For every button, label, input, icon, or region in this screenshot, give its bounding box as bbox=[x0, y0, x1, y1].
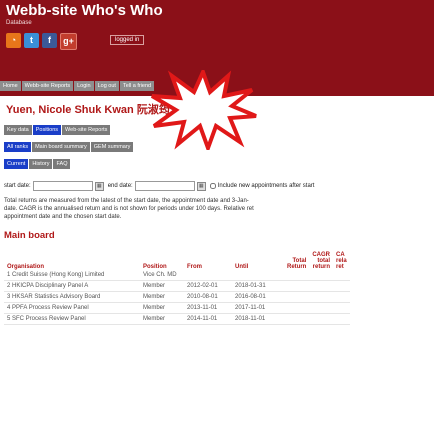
from-cell bbox=[184, 270, 232, 281]
nav-logout[interactable]: Log out bbox=[94, 81, 119, 91]
site-title[interactable]: Webb-site Who's Who bbox=[6, 2, 163, 19]
table-header-row: Organisation Position From Until Total R… bbox=[4, 252, 350, 270]
google-plus-icon[interactable]: g+ bbox=[60, 33, 77, 50]
row-number: 5 bbox=[7, 316, 11, 322]
total-return-label: Return bbox=[287, 264, 307, 270]
org-cell[interactable]: 3 HKSAR Statistics Advisory Board bbox=[4, 291, 140, 303]
login-status-button[interactable]: logged in bbox=[110, 35, 145, 45]
person-name-heading: Yuen, Nicole Shuk Kwan 阮淑筠 bbox=[6, 101, 170, 117]
position-cell: Member bbox=[140, 302, 184, 314]
facebook-icon[interactable]: f bbox=[42, 33, 57, 48]
nav-login[interactable]: Login bbox=[74, 81, 94, 91]
until-cell: 2016-08-01 bbox=[232, 291, 284, 303]
row-number: 1 bbox=[7, 272, 11, 278]
description-line: date. CAGR is the annualised return and … bbox=[4, 206, 254, 212]
table-row: 2 HKICPA Disciplinary Panel A Member 201… bbox=[4, 280, 350, 292]
description-line: appointment date and the chosen start da… bbox=[4, 214, 122, 220]
org-cell[interactable]: 5 SFC Process Review Panel bbox=[4, 313, 140, 325]
until-cell: 2017-11-01 bbox=[232, 302, 284, 314]
calendar-icon[interactable]: ▦ bbox=[94, 181, 104, 191]
org-link[interactable]: Credit Suisse (Hong Kong) Limited bbox=[12, 272, 104, 278]
positions-table: Organisation Position From Until Total R… bbox=[4, 252, 350, 325]
row-number: 3 bbox=[7, 294, 11, 300]
nav-home[interactable]: Home bbox=[0, 81, 21, 91]
tab-web-site-reports[interactable]: Web-site Reports bbox=[62, 125, 111, 135]
from-cell: 2012-02-01 bbox=[184, 280, 232, 292]
tab-history[interactable]: History bbox=[29, 159, 53, 169]
description-line: Total returns are measured from the late… bbox=[4, 198, 249, 204]
tab-all-ranks[interactable]: All ranks bbox=[4, 142, 32, 152]
nav-webb-site-reports[interactable]: Webb-site Reports bbox=[21, 81, 74, 91]
table-row: 5 SFC Process Review Panel Member 2014-1… bbox=[4, 313, 350, 325]
site-subtitle: Database bbox=[6, 20, 32, 26]
from-cell: 2014-11-01 bbox=[184, 313, 232, 325]
end-date-label: end date: bbox=[107, 183, 133, 189]
col-position[interactable]: Position bbox=[140, 252, 184, 270]
tab-row-history: Current History FAQ bbox=[4, 159, 71, 169]
position-cell: Member bbox=[140, 280, 184, 292]
org-link[interactable]: SFC Process Review Panel bbox=[12, 316, 86, 322]
col-cagr[interactable]: CAGR total return bbox=[309, 252, 333, 270]
social-links: ◔ t f g+ bbox=[6, 33, 77, 50]
top-nav: Home Webb-site Reports Login Log out Tel… bbox=[0, 81, 155, 91]
row-number: 4 bbox=[7, 305, 11, 311]
until-cell bbox=[232, 270, 284, 281]
tab-main-board-summary[interactable]: Main board summary bbox=[32, 142, 90, 152]
include-new-appointments-checkbox[interactable] bbox=[209, 183, 216, 189]
person-name: Yuen, Nicole Shuk Kwan bbox=[6, 104, 134, 116]
start-date-input[interactable] bbox=[32, 181, 93, 191]
table-row: 3 HKSAR Statistics Advisory Board Member… bbox=[4, 291, 350, 303]
until-cell: 2018-01-31 bbox=[232, 280, 284, 292]
col-relative-cagr[interactable]: CA rela ret bbox=[333, 252, 350, 270]
col-total-return[interactable]: Total Return bbox=[284, 252, 309, 270]
tab-faq[interactable]: FAQ bbox=[53, 159, 71, 169]
tab-current[interactable]: Current bbox=[4, 159, 29, 169]
table-row: 1 Credit Suisse (Hong Kong) Limited Vice… bbox=[4, 270, 350, 281]
starburst-icon bbox=[150, 70, 257, 150]
col-organisation[interactable]: Organisation bbox=[4, 252, 140, 270]
tab-gem-summary[interactable]: GEM summary bbox=[90, 142, 134, 152]
from-cell: 2013-11-01 bbox=[184, 302, 232, 314]
org-cell[interactable]: 2 HKICPA Disciplinary Panel A bbox=[4, 280, 140, 292]
position-cell: Member bbox=[140, 313, 184, 325]
position-cell: Member bbox=[140, 291, 184, 303]
row-number: 2 bbox=[7, 283, 11, 289]
until-cell: 2018-11-01 bbox=[232, 313, 284, 325]
col-from[interactable]: From bbox=[184, 252, 232, 270]
tab-row-ranks: All ranks Main board summary GEM summary bbox=[4, 142, 134, 152]
twitter-icon[interactable]: t bbox=[24, 33, 39, 48]
date-filter-row: start date: ▦ end date: ▦ Include new ap… bbox=[4, 181, 314, 191]
section-title-main-board: Main board bbox=[4, 230, 55, 241]
org-link[interactable]: HKSAR Statistics Advisory Board bbox=[12, 294, 100, 300]
org-cell[interactable]: 4 PPFA Process Review Panel bbox=[4, 302, 140, 314]
col-until[interactable]: Until bbox=[232, 252, 284, 270]
rss-icon[interactable]: ◔ bbox=[6, 33, 21, 48]
from-cell: 2010-08-01 bbox=[184, 291, 232, 303]
calendar-icon[interactable]: ▦ bbox=[196, 181, 206, 191]
tab-positions[interactable]: Positions bbox=[32, 125, 62, 135]
tab-row-main: Key data Positions Web-site Reports bbox=[4, 125, 111, 135]
org-link[interactable]: PPFA Process Review Panel bbox=[12, 305, 89, 311]
returns-description: Total returns are measured from the late… bbox=[4, 197, 434, 221]
org-link[interactable]: HKICPA Disciplinary Panel A bbox=[12, 283, 88, 289]
include-new-appointments-label: Include new appointments after start bbox=[217, 183, 315, 189]
end-date-input[interactable] bbox=[134, 181, 195, 191]
cagr-label: return bbox=[312, 264, 331, 270]
org-cell[interactable]: 1 Credit Suisse (Hong Kong) Limited bbox=[4, 270, 140, 281]
start-date-label: start date: bbox=[4, 183, 31, 189]
table-row: 4 PPFA Process Review Panel Member 2013-… bbox=[4, 302, 350, 314]
position-cell: Vice Ch. MD bbox=[140, 270, 184, 281]
tab-key-data[interactable]: Key data bbox=[4, 125, 32, 135]
